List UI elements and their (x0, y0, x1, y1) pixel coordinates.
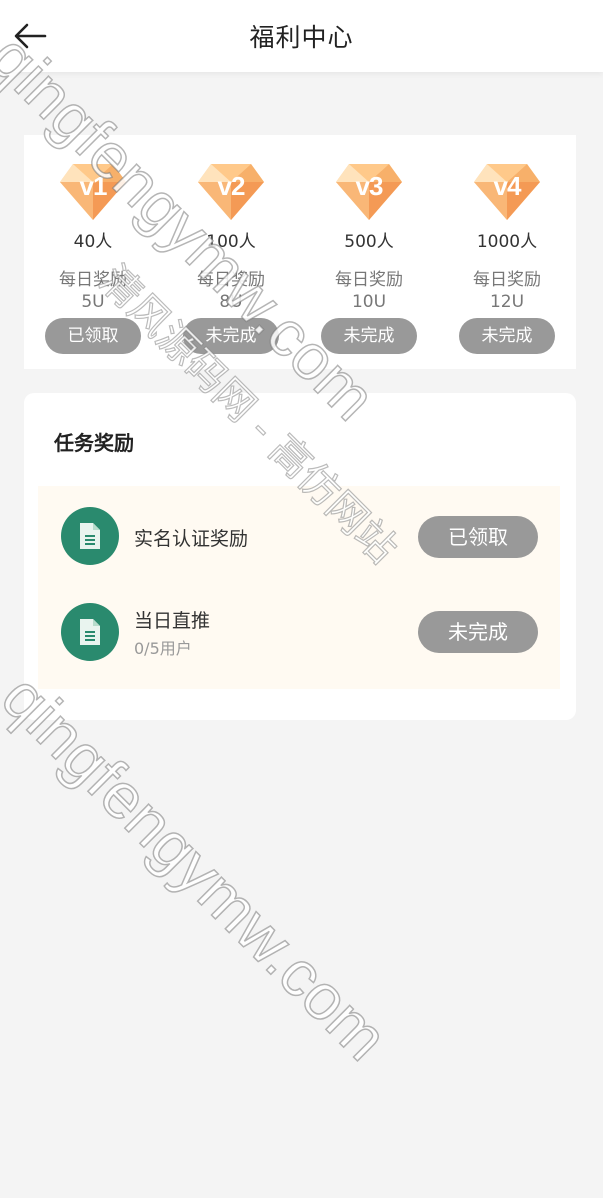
vip-status-button[interactable]: 未完成 (183, 318, 279, 354)
task-rewards-card: 任务奖励 实名认证奖励 已领取 当日直推 0/5用户 未完成 (24, 393, 576, 720)
back-button[interactable] (12, 20, 48, 52)
vip-level-2: v2 100人 每日奖励 8U 未完成 (162, 135, 300, 369)
vip-daily-label: 每日奖励 (197, 270, 265, 290)
task-status-button[interactable]: 未完成 (418, 611, 538, 653)
vip-status-button[interactable]: 未完成 (321, 318, 417, 354)
vip-member-count: 100人 (206, 232, 256, 252)
vip-levels-card: v1 40人 每日奖励 5U 已领取 v2 100人 每日奖励 8U 未完成 v… (24, 135, 576, 369)
task-section-title: 任务奖励 (54, 431, 134, 455)
vip-member-count: 1000人 (476, 232, 538, 252)
task-item: 实名认证奖励 已领取 (38, 486, 560, 586)
vip-level-4: v4 1000人 每日奖励 12U 未完成 (438, 135, 576, 369)
header-bar: 福利中心 (0, 0, 603, 72)
vip-member-count: 40人 (73, 232, 113, 252)
vip-level-label: v1 (79, 171, 108, 201)
task-progress: 0/5用户 (134, 639, 192, 658)
task-name: 当日直推 (134, 610, 211, 632)
document-icon (61, 507, 119, 565)
page-title: 福利中心 (249, 23, 354, 52)
vip-daily-amount: 8U (219, 292, 243, 312)
vip-daily-amount: 10U (351, 292, 387, 312)
vip-level-label: v4 (493, 171, 522, 201)
vip-daily-label: 每日奖励 (59, 270, 127, 290)
vip-daily-label: 每日奖励 (335, 270, 403, 290)
vip-level-label: v2 (217, 171, 246, 201)
vip-daily-amount: 5U (81, 292, 105, 312)
task-status-button[interactable]: 已领取 (418, 516, 538, 558)
task-item: 当日直推 0/5用户 未完成 (38, 587, 560, 687)
vip-daily-amount: 12U (489, 292, 525, 312)
document-icon (61, 603, 119, 661)
watermark-text: qingfengymw.com (0, 660, 402, 1075)
vip-daily-label: 每日奖励 (473, 270, 541, 290)
vip-status-button[interactable]: 已领取 (45, 318, 141, 354)
task-name: 实名认证奖励 (134, 528, 249, 550)
vip-level-1: v1 40人 每日奖励 5U 已领取 (24, 135, 162, 369)
vip-status-button[interactable]: 未完成 (459, 318, 555, 354)
vip-level-3: v3 500人 每日奖励 10U 未完成 (300, 135, 438, 369)
vip-member-count: 500人 (344, 232, 394, 252)
vip-level-label: v3 (355, 171, 384, 201)
task-list: 实名认证奖励 已领取 当日直推 0/5用户 未完成 (38, 486, 560, 689)
arrow-left-icon (14, 23, 47, 49)
